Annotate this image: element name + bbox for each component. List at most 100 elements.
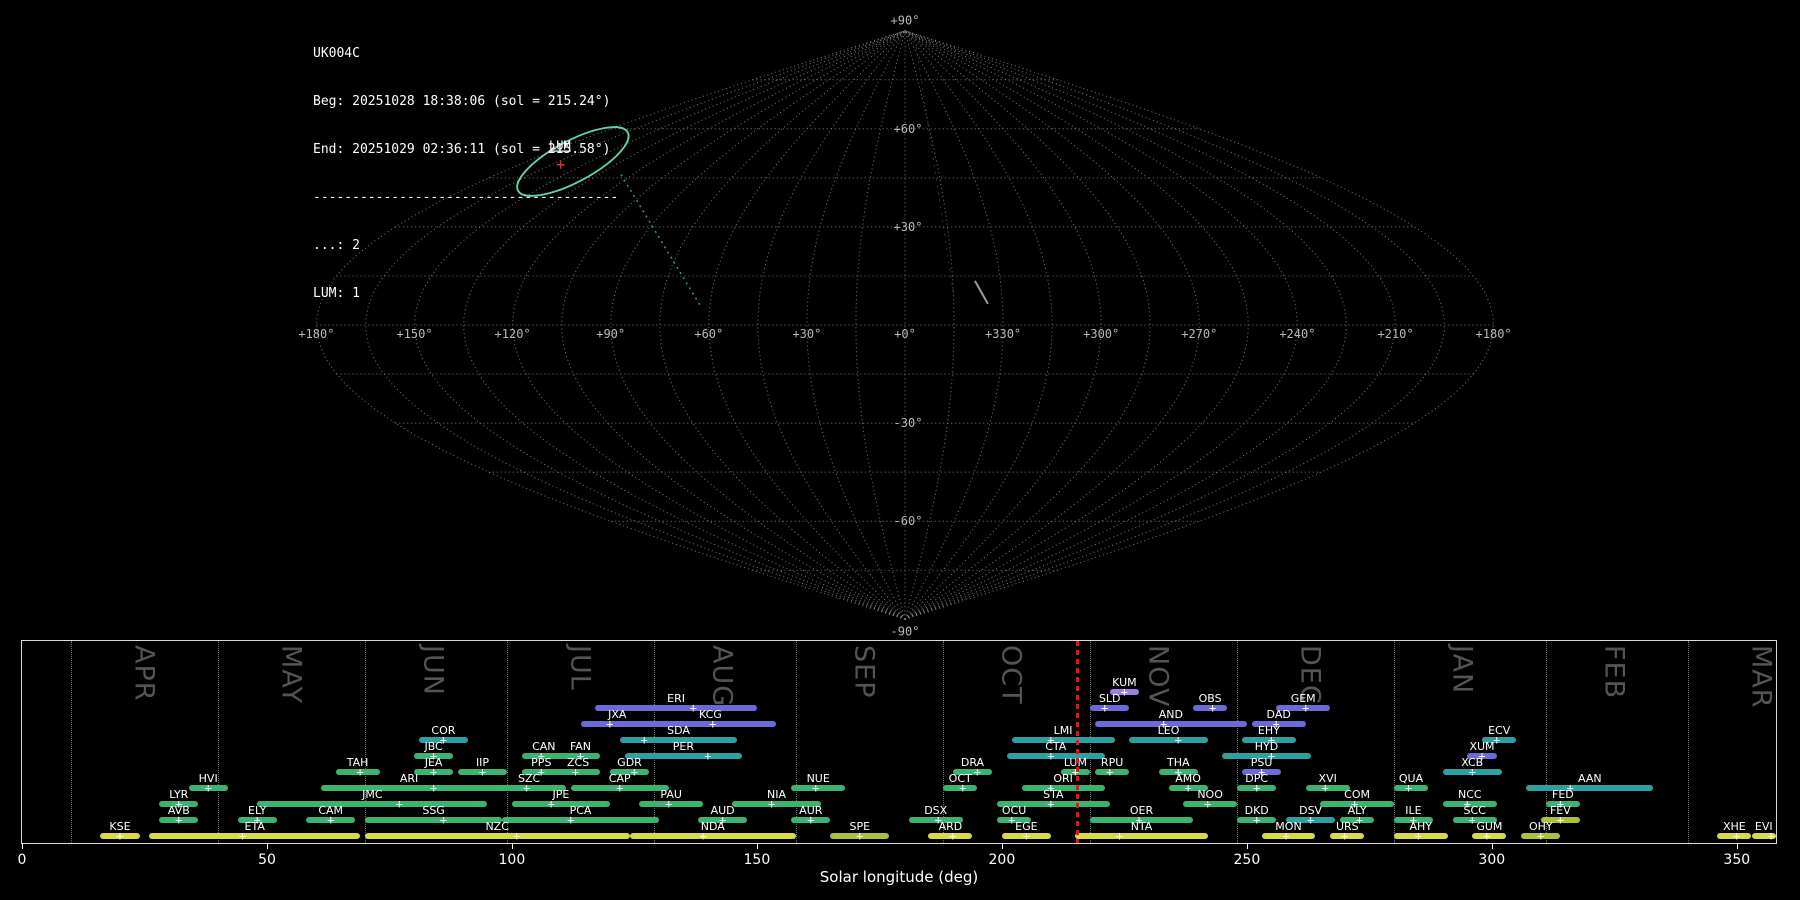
shower-label-AND: AND: [1158, 708, 1183, 721]
shower-bar-LEO: [1129, 737, 1208, 743]
shower-label-SSG: SSG: [422, 804, 445, 817]
shower-peak-marker-ZCS: +: [571, 765, 580, 779]
shower-peak-marker-QUA: +: [1404, 781, 1413, 795]
ra-axis-label: +180°: [1476, 327, 1512, 341]
meteor-streak: [974, 280, 989, 305]
shower-bar-JXA: [580, 721, 654, 727]
meridian-line: [757, 30, 906, 620]
dec-axis-label: -60°: [894, 514, 923, 528]
month-label-apr: APR: [128, 645, 160, 702]
shower-peak-marker-EVI: +: [1767, 829, 1775, 843]
shower-peak-marker-SLD: +: [1101, 701, 1109, 715]
meridian-line: [904, 30, 1053, 620]
shower-label-JXA: JXA: [608, 708, 627, 721]
dec-axis-label: +30°: [894, 220, 923, 234]
shower-peak-marker-KCG: +: [709, 717, 717, 731]
month-label-aug: AUG: [706, 645, 738, 708]
shower-peak-marker-EGE: +: [1022, 829, 1030, 843]
month-label-jul: JUL: [564, 645, 596, 691]
shower-peak-marker-PCA: +: [567, 813, 575, 827]
shower-label-ETA: ETA: [244, 820, 265, 833]
radiant-activity-plot: LUM +90° -90° +180° +150° +120° +90° +60° +30° +0…: [0, 0, 1800, 900]
x-axis-title: Solar longitude (deg): [819, 868, 979, 886]
shower-peak-marker-GUM: +: [1483, 829, 1491, 843]
month-boundary-line: [218, 641, 219, 843]
shower-peak-marker-STA: +: [1047, 797, 1055, 811]
shower-peak-marker-CAM: +: [327, 813, 335, 827]
month-label-sep: SEP: [848, 645, 880, 699]
shower-peak-marker-URS: +: [1341, 829, 1349, 843]
meridian-line: [904, 30, 1445, 620]
x-axis-tick-label: 300: [1478, 852, 1506, 868]
x-axis-tick: [1491, 843, 1493, 849]
shower-peak-marker-RPU: +: [1106, 765, 1114, 779]
shower-peak-marker-NOO: +: [1204, 797, 1212, 811]
ra-axis-label: +240°: [1279, 327, 1315, 341]
activity-timeline-plot: APR MAY JUN JUL AUG SEP OCT NOV DEC JAN FEB MAR KUM +…: [18, 640, 1777, 868]
ra-axis-label: +30°: [792, 327, 821, 341]
shower-peak-marker-XCB: +: [1468, 765, 1476, 779]
ra-axis-label: +210°: [1377, 327, 1413, 341]
shower-peak-marker-PAU: +: [665, 797, 673, 811]
dec-axis-label: -30°: [894, 416, 923, 430]
shower-bar-NDA: [629, 833, 797, 839]
ra-axis-label: +330°: [985, 327, 1021, 341]
x-axis-tick-label: 100: [498, 852, 526, 868]
shower-peak-marker-TAH: +: [356, 765, 364, 779]
shower-peak-marker-ARI: +: [429, 781, 438, 795]
current-sol-line: [1077, 641, 1080, 843]
shower-peak-marker-JMC: +: [395, 797, 403, 811]
meridian-line: [708, 30, 906, 620]
shower-label-PCA: PCA: [569, 804, 592, 817]
month-label-mar: MAR: [1745, 645, 1777, 709]
month-boundary-line: [365, 641, 366, 843]
meridian-line: [806, 30, 906, 620]
x-axis-tick: [756, 843, 758, 849]
dec-axis-label: +60°: [894, 122, 923, 136]
shower-peak-marker-NZC: +: [513, 829, 521, 843]
shower-peak-marker-PER: +: [704, 749, 712, 763]
meteor-trail-dotted: [620, 174, 701, 306]
meridian-line: [904, 30, 1004, 620]
pole-top-label: +90°: [891, 14, 920, 28]
shower-peak-marker-MON: +: [1282, 829, 1290, 843]
sky-map: LUM+90°-90°+180° +150° +120° +90° +60° +30° +0…: [298, 14, 1512, 636]
pole-bottom-label: -90°: [891, 624, 920, 636]
shower-label-JMC: JMC: [362, 788, 383, 801]
ra-axis-label: +270°: [1181, 327, 1217, 341]
x-axis-tick-label: 250: [1233, 852, 1261, 868]
shower-peak-marker-SZC: +: [522, 781, 531, 795]
shower-label-LMI: LMI: [1053, 724, 1073, 737]
shower-peak-marker-OCT: +: [959, 781, 967, 795]
shower-label-ORI: ORI: [1053, 772, 1073, 785]
shower-label-LEO: LEO: [1157, 724, 1180, 737]
shower-peak-marker-SSG: +: [439, 813, 447, 827]
shower-peak-marker-IIP: +: [478, 765, 487, 779]
meridian-line: [904, 30, 955, 620]
observation-info-block: UK004C Beg: 20251028 18:38:06 (sol = 215…: [313, 14, 618, 334]
ra-axis-label: +300°: [1083, 327, 1119, 341]
shower-peak-marker-DPC: +: [1253, 781, 1261, 795]
shower-peak-marker-NTA: +: [1115, 829, 1124, 843]
shower-peak-marker-AUR: +: [807, 813, 815, 827]
end-time: End: 20251029 02:36:11 (sol = 215.58°): [313, 142, 611, 157]
shower-peak-marker-AVB: +: [175, 813, 183, 827]
shower-peak-marker-AHY: +: [1414, 829, 1422, 843]
shower-peak-marker-ETA: +: [238, 829, 247, 843]
x-axis-tick: [267, 843, 268, 849]
shower-peak-marker-SPE: +: [856, 829, 864, 843]
x-axis-tick: [1736, 843, 1738, 849]
shower-peak-marker-NIA: +: [767, 797, 776, 811]
x-axis-tick: [22, 843, 23, 849]
count-unassociated: ...: 2: [313, 238, 360, 253]
x-axis-tick: [1246, 843, 1248, 849]
shower-peak-marker-OBS: +: [1208, 701, 1217, 715]
shower-bar-NTA: [1075, 833, 1208, 839]
month-label-oct: OCT: [995, 645, 1027, 705]
ra-axis-label: +0°: [894, 327, 916, 341]
shower-bar-NZC: [365, 833, 630, 839]
count-lum: LUM: 1: [313, 286, 360, 301]
x-axis-tick-label: 200: [988, 852, 1016, 868]
month-boundary-line: [507, 641, 508, 843]
month-label-feb: FEB: [1598, 645, 1630, 700]
